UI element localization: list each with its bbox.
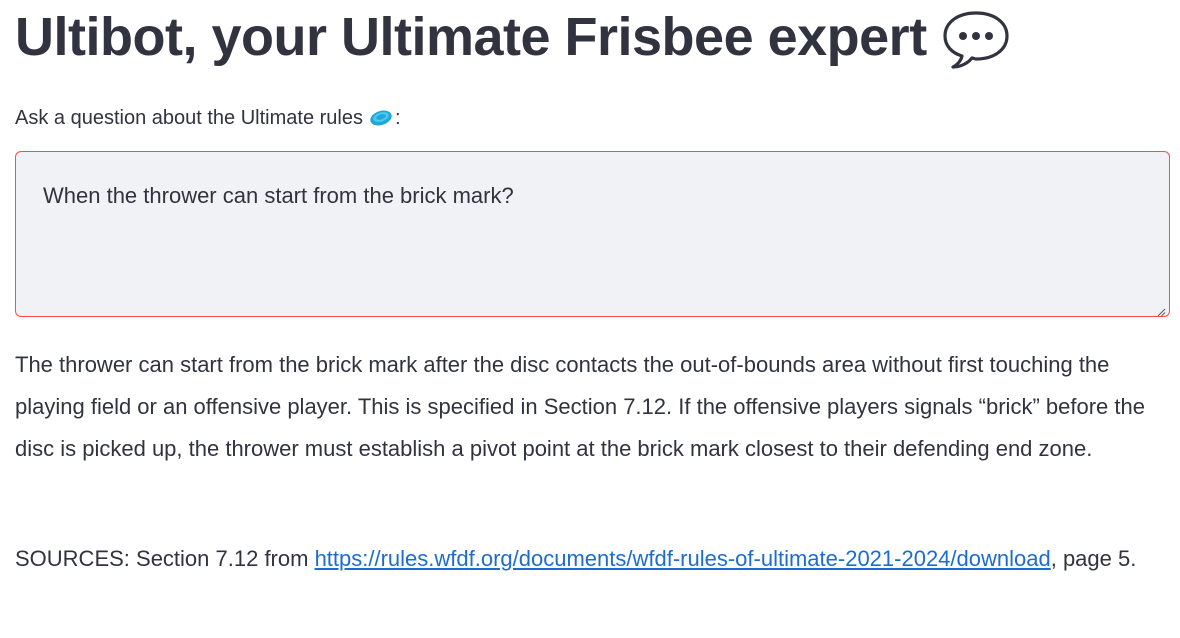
page-title-text: Ultibot, your Ultimate Frisbee expert bbox=[15, 7, 927, 67]
sources-link[interactable]: https://rules.wfdf.org/documents/wfdf-ru… bbox=[315, 546, 1051, 571]
question-input[interactable] bbox=[16, 152, 1169, 316]
sources-line: SOURCES: Section 7.12 from https://rules… bbox=[15, 538, 1165, 580]
question-label-text: Ask a question about the Ultimate rules bbox=[15, 107, 363, 129]
speech-bubble-icon bbox=[941, 9, 1011, 69]
sources-prefix: SOURCES: Section 7.12 from bbox=[15, 546, 315, 571]
answer-text: The thrower can start from the brick mar… bbox=[15, 352, 1145, 461]
question-label: Ask a question about the Ultimate rules … bbox=[15, 104, 401, 132]
question-input-container bbox=[15, 151, 1170, 317]
sources-suffix: , page 5. bbox=[1050, 546, 1137, 571]
app-page: Ultibot, your Ultimate Frisbee expert As… bbox=[0, 0, 1180, 638]
frisbee-icon bbox=[369, 108, 393, 128]
question-label-suffix: : bbox=[394, 107, 401, 129]
page-title: Ultibot, your Ultimate Frisbee expert bbox=[15, 2, 1011, 72]
resize-handle-icon[interactable] bbox=[1157, 304, 1166, 317]
